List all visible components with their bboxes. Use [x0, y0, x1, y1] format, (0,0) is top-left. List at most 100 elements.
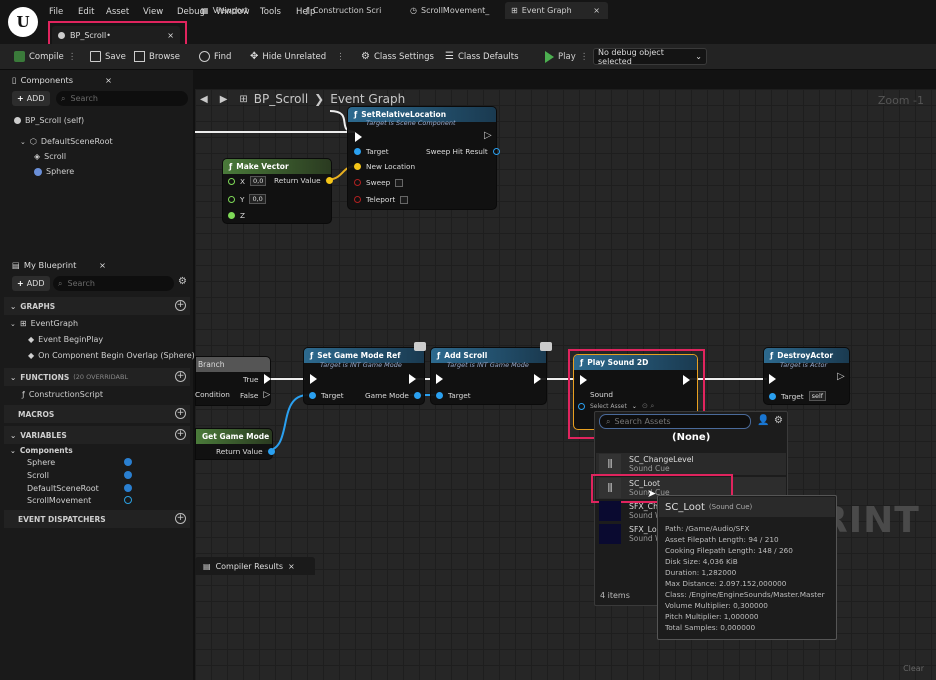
my-blueprint-add-button[interactable]: + ADD: [12, 276, 50, 291]
y-value-input[interactable]: 0,0: [249, 194, 266, 204]
return-value-pin[interactable]: Return Value: [274, 176, 333, 185]
components-add-button[interactable]: + ADD: [12, 91, 50, 106]
game-mode-return-pin[interactable]: Return Value: [216, 447, 275, 456]
teleport-checkbox[interactable]: [400, 195, 409, 204]
tab-viewport[interactable]: ▦ Viewport: [195, 2, 295, 19]
variables-section[interactable]: ⌄ VARIABLES +: [4, 426, 190, 444]
tree-item-default-scene-root[interactable]: ⌄ ⬡ DefaultSceneRoot: [20, 137, 113, 146]
menu-edit[interactable]: Edit: [78, 7, 94, 17]
new-location-pin[interactable]: New Location: [354, 162, 415, 171]
true-pin[interactable]: True: [243, 374, 271, 384]
graph-icon: ⊞: [19, 319, 27, 328]
tab-construction-script[interactable]: ƒ Construction Scri: [300, 2, 400, 19]
class-settings-button[interactable]: ⚙ Class Settings: [361, 51, 434, 62]
variable-item-default-scene-root[interactable]: DefaultSceneRoot: [27, 484, 99, 493]
macros-section[interactable]: MACROS +: [4, 405, 190, 423]
z-pin[interactable]: Z: [228, 211, 245, 220]
tree-item-scroll[interactable]: ◈ Scroll: [34, 152, 66, 161]
save-button[interactable]: Save: [90, 51, 126, 62]
asset-search-input[interactable]: ⌕ Search Assets: [599, 414, 751, 429]
graph-item-event-graph[interactable]: ⌄ ⊞ EventGraph: [10, 319, 78, 328]
target-pin[interactable]: Target self: [769, 391, 827, 401]
target-pin[interactable]: Target: [436, 391, 471, 400]
sound-wave-icon: [599, 501, 621, 521]
compile-icon: [14, 51, 25, 62]
add-graph-icon[interactable]: +: [175, 300, 186, 311]
exec-out-pin[interactable]: ▷: [837, 371, 845, 382]
exec-in-pin[interactable]: [310, 374, 317, 384]
close-icon[interactable]: ×: [593, 6, 600, 15]
my-blueprint-tab[interactable]: ▤ My Blueprint ×: [12, 256, 106, 273]
hide-unrelated-button[interactable]: ✥ Hide Unrelated ⋮: [250, 51, 345, 62]
tree-item-sphere[interactable]: Sphere: [34, 167, 74, 176]
compile-button[interactable]: Compile ⋮: [14, 51, 76, 62]
compiler-results-tab[interactable]: ▤ Compiler Results ×: [195, 557, 315, 575]
false-pin[interactable]: False ▷: [240, 390, 270, 400]
gear-icon[interactable]: ⚙: [774, 415, 783, 426]
find-button[interactable]: Find: [199, 51, 231, 62]
tree-item-label: DefaultSceneRoot: [40, 137, 113, 146]
play-button[interactable]: Play ⋮: [545, 51, 588, 63]
browse-button[interactable]: Browse: [134, 51, 180, 62]
exec-in-pin[interactable]: [355, 132, 362, 142]
tab-event-graph[interactable]: ⊞ Event Graph ×: [505, 2, 608, 19]
x-value-input[interactable]: 0,0: [250, 176, 267, 186]
condition-pin[interactable]: Condition: [195, 390, 230, 399]
user-icon[interactable]: 👤: [757, 415, 769, 426]
functions-section[interactable]: ⌄ FUNCTIONS (20 OVERRIDABL +: [4, 368, 190, 386]
gear-icon[interactable]: ⚙: [178, 276, 187, 287]
sweep-checkbox[interactable]: [395, 178, 404, 187]
x-pin[interactable]: X 0,0: [228, 176, 267, 186]
graphs-section[interactable]: ⌄ GRAPHS +: [4, 297, 190, 315]
debug-object-select[interactable]: No debug object selected ⌄: [593, 48, 707, 66]
sweep-pin[interactable]: Sweep: [354, 178, 404, 187]
exec-out-pin[interactable]: [534, 374, 541, 384]
exec-out-pin[interactable]: [409, 374, 416, 384]
clear-button[interactable]: Clear: [903, 664, 924, 673]
menu-asset[interactable]: Asset: [106, 7, 129, 17]
exec-out-pin[interactable]: ▷: [484, 130, 492, 141]
variable-item-scroll[interactable]: Scroll: [27, 471, 49, 480]
sweep-hit-result-pin[interactable]: Sweep Hit Result: [426, 147, 500, 156]
close-icon[interactable]: ×: [105, 75, 112, 85]
components-tab[interactable]: ▯ Components ×: [12, 71, 112, 88]
event-item-begin-overlap[interactable]: ◆ On Component Begin Overlap (Sphere): [28, 351, 195, 360]
add-macro-icon[interactable]: +: [175, 408, 186, 419]
variable-item-sphere[interactable]: Sphere: [27, 458, 55, 467]
y-pin[interactable]: Y 0,0: [228, 194, 266, 204]
unreal-logo-icon[interactable]: U: [8, 7, 38, 37]
function-item-construction-script[interactable]: ƒ ConstructionScript: [22, 390, 103, 399]
target-pin[interactable]: Target: [354, 147, 389, 156]
exec-in-pin[interactable]: [769, 374, 776, 384]
class-defaults-button[interactable]: ☰ Class Defaults: [445, 51, 519, 62]
components-title: Components: [20, 74, 74, 85]
add-function-icon[interactable]: +: [175, 371, 186, 382]
add-variable-icon[interactable]: +: [175, 429, 186, 440]
tree-item-self[interactable]: BP_Scroll (self): [14, 116, 84, 125]
add-label: ADD: [26, 279, 45, 288]
mesh-icon: ◈: [34, 152, 41, 161]
event-label: On Component Begin Overlap (Sphere): [38, 351, 195, 360]
close-icon[interactable]: ×: [288, 562, 295, 571]
components-search-input[interactable]: ⌕ Search: [56, 91, 188, 106]
event-item-begin-play[interactable]: ◆ Event BeginPlay: [28, 335, 103, 344]
teleport-pin[interactable]: Teleport: [354, 195, 409, 204]
my-blueprint-search-input[interactable]: ⌕ Search: [53, 276, 174, 291]
variables-components-group[interactable]: ⌄ Components: [10, 446, 73, 455]
exec-in-pin[interactable]: [436, 374, 443, 384]
tab-scroll-movement[interactable]: ◷ ScrollMovement_: [404, 2, 502, 19]
variable-item-scroll-movement[interactable]: ScrollMovement: [27, 496, 91, 505]
event-dispatchers-section[interactable]: EVENT DISPATCHERS +: [4, 510, 190, 528]
add-label: ADD: [26, 94, 45, 103]
node-header: ƒ Make Vector: [223, 159, 331, 174]
asset-item-sc-changelevel[interactable]: ⫼ SC_ChangeLevel Sound Cue: [596, 453, 786, 475]
close-icon[interactable]: ×: [99, 260, 106, 270]
node-subtitle: Target is Actor: [780, 361, 828, 369]
menu-file[interactable]: File: [49, 7, 63, 17]
game-mode-pin[interactable]: Game Mode: [365, 391, 421, 400]
asset-none-option[interactable]: (None): [672, 432, 710, 443]
class-settings-label: Class Settings: [373, 51, 434, 62]
add-dispatcher-icon[interactable]: +: [175, 513, 186, 524]
menu-view[interactable]: View: [143, 7, 163, 17]
target-pin[interactable]: Target: [309, 391, 344, 400]
